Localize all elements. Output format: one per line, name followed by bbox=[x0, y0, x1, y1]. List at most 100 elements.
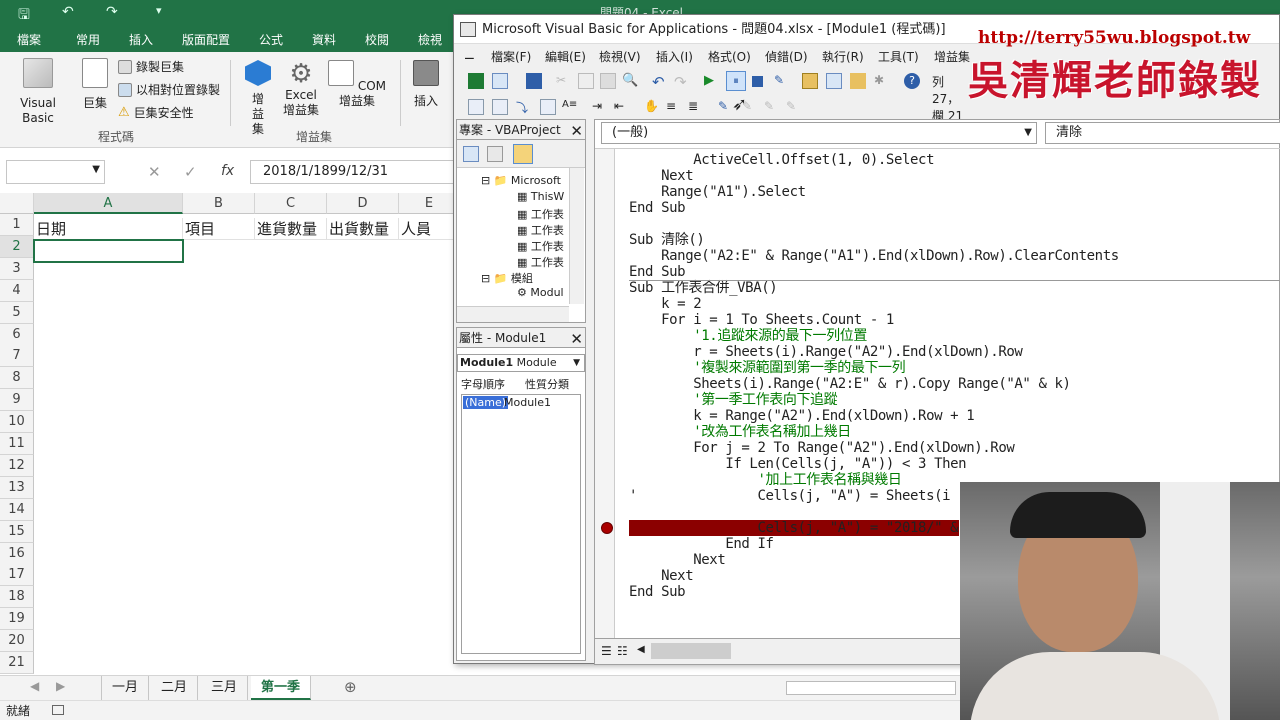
uncomment-block-icon[interactable]: ≣ bbox=[688, 99, 704, 115]
row-header-9[interactable]: 9 bbox=[0, 389, 34, 412]
list-properties-icon[interactable] bbox=[468, 99, 484, 115]
row-header-19[interactable]: 19 bbox=[0, 608, 34, 631]
procedure-dropdown[interactable]: 清除 bbox=[1045, 122, 1280, 144]
close-icon[interactable]: ✕ bbox=[570, 329, 583, 349]
cancel-icon[interactable]: ✕ bbox=[148, 163, 161, 181]
indent-icon[interactable]: ⇥ bbox=[592, 99, 608, 115]
formula-input[interactable]: 2018/1/1899/12/31 bbox=[250, 160, 460, 184]
macro-security-button[interactable]: ⚠ 巨集安全性 bbox=[118, 104, 194, 121]
row-header-15[interactable]: 15 bbox=[0, 520, 34, 543]
row-header-2[interactable]: 2 bbox=[0, 235, 34, 258]
column-header-c[interactable]: C bbox=[255, 193, 327, 214]
column-header-b[interactable]: B bbox=[183, 193, 255, 214]
row-header-21[interactable]: 21 bbox=[0, 652, 34, 674]
cell-a1[interactable]: 日期 bbox=[34, 218, 183, 240]
view-code-icon[interactable] bbox=[463, 146, 479, 162]
name-box[interactable]: ▼ bbox=[6, 160, 105, 184]
active-cell-a2[interactable] bbox=[33, 239, 184, 263]
code-line[interactable]: Range("A2:E" & Range("A1").End(xlDown).R… bbox=[629, 248, 1119, 264]
code-line[interactable]: Cells(j, "A") = "2018/" & bbox=[629, 520, 958, 536]
menu-file[interactable]: 檔案(F) bbox=[491, 48, 531, 65]
scroll-left-icon[interactable]: ◀ bbox=[637, 644, 645, 655]
code-line[interactable]: '改為工作表名稱加上幾日 bbox=[629, 424, 851, 440]
prev-bookmark-icon[interactable]: ✎ bbox=[764, 99, 780, 115]
row-header-10[interactable]: 10 bbox=[0, 411, 34, 434]
row-header-13[interactable]: 13 bbox=[0, 476, 34, 499]
select-all-corner[interactable] bbox=[0, 193, 34, 214]
menu-debug[interactable]: 偵錯(D) bbox=[765, 48, 808, 65]
run-icon[interactable]: ▶ bbox=[704, 73, 720, 89]
save-icon[interactable] bbox=[526, 73, 542, 89]
tab-categorized[interactable]: 性質分類 bbox=[525, 376, 569, 392]
tree-item-excel-objects[interactable]: ⊟ 📁 Microsoft bbox=[481, 174, 561, 187]
tree-item-sheet2[interactable]: ▦ 工作表 bbox=[517, 222, 564, 238]
insert-module-icon[interactable] bbox=[492, 73, 508, 89]
row-header-8[interactable]: 8 bbox=[0, 367, 34, 390]
redo-icon[interactable]: ↷ bbox=[674, 73, 690, 91]
column-header-e[interactable]: E bbox=[399, 193, 460, 214]
worksheet-grid[interactable]: A B C D E 1 2 3 4 5 6 7 8 9 10 11 12 13 14 15 16 17 18 19 2… bbox=[0, 193, 460, 675]
design-mode-icon[interactable]: ✎ bbox=[774, 73, 790, 89]
row-header-3[interactable]: 3 bbox=[0, 257, 34, 280]
vertical-scrollbar[interactable] bbox=[569, 168, 584, 304]
row-header-20[interactable]: 20 bbox=[0, 630, 34, 653]
object-selector[interactable]: Module1 Module ▼ bbox=[457, 354, 585, 372]
code-line[interactable]: ActiveCell.Offset(1, 0).Select bbox=[629, 152, 934, 168]
menu-insert[interactable]: 插入(I) bbox=[656, 48, 693, 65]
row-header-1[interactable]: 1 bbox=[0, 214, 34, 236]
code-line[interactable]: r = Sheets(i).Range("A2").End(xlDown).Ro… bbox=[629, 344, 1023, 360]
row-header-11[interactable]: 11 bbox=[0, 433, 34, 455]
close-icon[interactable]: ✕ bbox=[570, 121, 583, 141]
cut-icon[interactable]: ✂ bbox=[556, 73, 572, 89]
tree-item-module1[interactable]: ⚙ Modul bbox=[517, 286, 564, 299]
sheet-tab-jan[interactable]: 一月 bbox=[101, 676, 150, 700]
next-sheet-icon[interactable]: ▶ bbox=[56, 679, 65, 693]
insert-controls-button[interactable]: 插入 bbox=[408, 60, 444, 109]
cell-e1[interactable]: 人員 bbox=[399, 218, 460, 240]
toggle-folders-icon[interactable] bbox=[513, 144, 533, 164]
code-line[interactable]: End Sub bbox=[629, 264, 686, 280]
code-line[interactable]: Next bbox=[629, 552, 726, 568]
code-line[interactable]: Range("A1").Select bbox=[629, 184, 806, 200]
help-icon[interactable]: ? bbox=[904, 73, 920, 89]
tab-insert[interactable]: 插入 bbox=[129, 31, 153, 48]
view-excel-icon[interactable] bbox=[468, 73, 484, 89]
code-line[interactable]: Next bbox=[629, 568, 694, 584]
prev-sheet-icon[interactable]: ◀ bbox=[30, 679, 39, 693]
outdent-icon[interactable]: ⇤ bbox=[614, 99, 630, 115]
redo-icon[interactable]: ↷ bbox=[106, 4, 118, 20]
row-header-12[interactable]: 12 bbox=[0, 454, 34, 477]
macros-button[interactable]: 巨集 bbox=[78, 58, 112, 111]
row-header-18[interactable]: 18 bbox=[0, 586, 34, 609]
row-header-4[interactable]: 4 bbox=[0, 279, 34, 302]
code-line[interactable]: Sub 工作表合併_VBA() bbox=[629, 280, 778, 296]
copy-icon[interactable] bbox=[578, 73, 594, 89]
cell-b1[interactable]: 項目 bbox=[183, 218, 255, 240]
clear-bookmarks-icon[interactable]: ✎ bbox=[786, 99, 802, 115]
code-line[interactable]: Sub 清除() bbox=[629, 232, 705, 248]
breakpoint-icon[interactable] bbox=[601, 522, 613, 534]
sheet-tab-feb[interactable]: 二月 bbox=[151, 676, 199, 700]
relative-ref-button[interactable]: 以相對位置錄製 bbox=[118, 81, 220, 98]
code-line[interactable]: ' Cells(j, "A") = Sheets(i bbox=[629, 488, 951, 504]
tab-page-layout[interactable]: 版面配置 bbox=[182, 31, 230, 48]
code-line[interactable]: End Sub bbox=[629, 584, 686, 600]
properties-icon[interactable] bbox=[826, 73, 842, 89]
macro-record-icon[interactable] bbox=[52, 705, 65, 715]
object-browser-icon[interactable] bbox=[850, 73, 866, 89]
row-header-16[interactable]: 16 bbox=[0, 542, 34, 565]
tab-home[interactable]: 常用 bbox=[76, 31, 100, 48]
tree-item-sheet3[interactable]: ▦ 工作表 bbox=[517, 238, 564, 254]
menu-format[interactable]: 格式(O) bbox=[708, 48, 751, 65]
row-header-14[interactable]: 14 bbox=[0, 498, 34, 521]
paste-icon[interactable] bbox=[600, 73, 616, 89]
menu-tools[interactable]: 工具(T) bbox=[878, 48, 919, 65]
object-dropdown[interactable]: (一般) ▼ bbox=[601, 122, 1037, 144]
code-line[interactable]: For i = 1 To Sheets.Count - 1 bbox=[629, 312, 894, 328]
row-header-7[interactable]: 7 bbox=[0, 345, 34, 368]
sheet-tab-mar[interactable]: 三月 bbox=[201, 676, 249, 700]
undo-icon[interactable]: ↶ bbox=[62, 4, 74, 20]
code-line[interactable]: For j = 2 To Range("A2").End(xlDown).Row bbox=[629, 440, 1015, 456]
tree-item-thisworkbook[interactable]: ▦ ThisW bbox=[517, 190, 564, 203]
property-name-key[interactable]: (Name) bbox=[463, 396, 509, 409]
